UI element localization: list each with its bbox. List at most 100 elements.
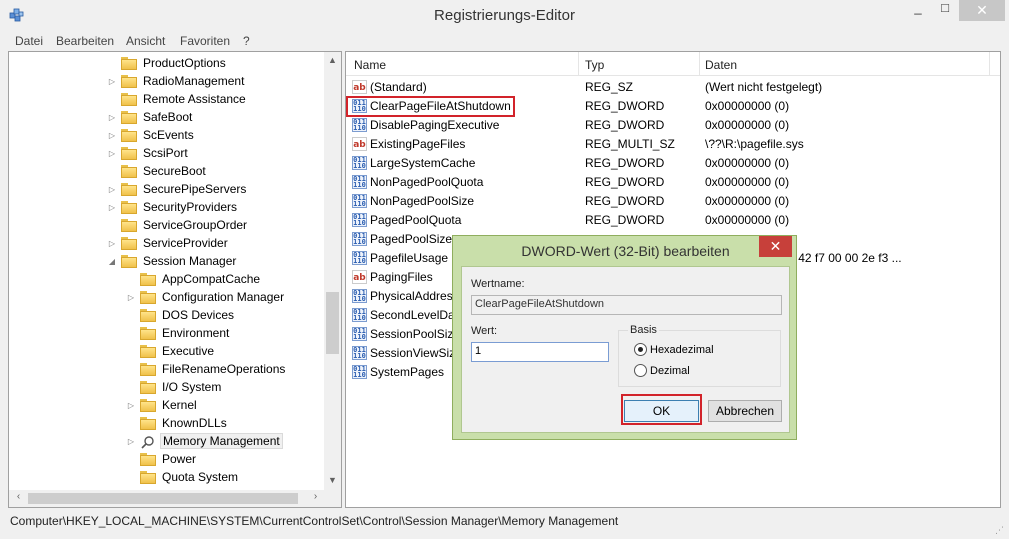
scroll-up-icon[interactable]: ▲ bbox=[324, 55, 341, 65]
tree-item-label: SecureBoot bbox=[143, 164, 206, 178]
tree-item-label: Memory Management bbox=[160, 433, 283, 449]
dialog-body: Wertname: ClearPageFileAtShutdown Wert: … bbox=[461, 266, 790, 433]
tree-item[interactable]: ▷ ServiceProvider bbox=[107, 234, 230, 252]
expand-arrow-icon[interactable]: ◢ bbox=[107, 257, 117, 266]
cell-name: ExistingPageFiles bbox=[370, 137, 466, 151]
tree-item-label: Quota System bbox=[162, 470, 239, 484]
dword-edit-dialog: DWORD-Wert (32-Bit) bearbeiten ✕ Wertnam… bbox=[452, 235, 797, 440]
list-item[interactable]: 011 110 LargeSystemCache REG_DWORD 0x0000000… bbox=[346, 154, 1000, 173]
column-name[interactable]: Name bbox=[354, 58, 386, 72]
tree-vertical-scrollbar[interactable]: ▲ ▼ bbox=[324, 52, 341, 490]
status-path: Computer\HKEY_LOCAL_MACHINE\SYSTEM\Curre… bbox=[10, 514, 619, 528]
expand-arrow-icon[interactable]: ▷ bbox=[126, 293, 136, 302]
column-data[interactable]: Daten bbox=[705, 58, 737, 72]
tree-item-label: Executive bbox=[162, 344, 215, 358]
radio-decimal[interactable]: Dezimal bbox=[634, 364, 690, 377]
cancel-button[interactable]: Abbrechen bbox=[708, 400, 782, 422]
folder-icon bbox=[140, 380, 156, 394]
list-item[interactable]: 011 110 NonPagedPoolSize REG_DWORD 0x0000000… bbox=[346, 192, 1000, 211]
menu-bar: Datei Bearbeiten Ansicht Favoriten ? bbox=[0, 32, 1009, 50]
highlight-clearpagefile bbox=[346, 96, 515, 117]
menu-datei[interactable]: Datei bbox=[15, 34, 43, 48]
tree-item[interactable]: Remote Assistance bbox=[107, 90, 248, 108]
scroll-down-icon[interactable]: ▼ bbox=[324, 475, 341, 485]
expand-arrow-icon[interactable]: ▷ bbox=[107, 239, 117, 248]
resize-grip-icon[interactable]: ⋰ bbox=[995, 525, 1005, 535]
list-header: Name Typ Daten bbox=[346, 52, 1000, 76]
folder-icon bbox=[140, 416, 156, 430]
folder-icon bbox=[140, 470, 156, 484]
binary-value-icon: 011 110 bbox=[352, 118, 367, 132]
cell-type: REG_DWORD bbox=[585, 194, 665, 208]
tree-item[interactable]: ServiceGroupOrder bbox=[107, 216, 249, 234]
scroll-thumb-horizontal[interactable] bbox=[28, 493, 298, 504]
tree-item-label: ServiceProvider bbox=[143, 236, 228, 250]
tree-item[interactable]: SecureBoot bbox=[107, 162, 208, 180]
list-item[interactable]: 011 110 NonPagedPoolQuota REG_DWORD 0x000000… bbox=[346, 173, 1000, 192]
cell-name: SessionViewSize bbox=[370, 346, 462, 360]
tree-item[interactable]: ▷ ScEvents bbox=[107, 126, 196, 144]
menu-help[interactable]: ? bbox=[243, 34, 250, 48]
list-item[interactable]: ab ExistingPageFiles REG_MULTI_SZ \??\R:\pa… bbox=[346, 135, 1000, 154]
base-groupbox bbox=[618, 330, 781, 387]
cell-name: (Standard) bbox=[370, 80, 427, 94]
column-type[interactable]: Typ bbox=[585, 58, 604, 72]
expand-arrow-icon[interactable]: ▷ bbox=[107, 185, 117, 194]
value-data-input[interactable]: 1 bbox=[471, 342, 609, 362]
scroll-left-icon[interactable]: ‹ bbox=[10, 491, 27, 502]
folder-icon bbox=[121, 74, 137, 88]
tree-item[interactable]: AppCompatCache bbox=[126, 270, 262, 288]
tree-horizontal-scrollbar[interactable]: ‹ › bbox=[9, 490, 341, 507]
tree-item[interactable]: ▷ Kernel bbox=[126, 396, 199, 414]
expand-arrow-icon[interactable]: ▷ bbox=[107, 77, 117, 86]
tree-item[interactable]: ▷ SecurePipeServers bbox=[107, 180, 248, 198]
cell-data: 0x00000000 (0) bbox=[705, 175, 790, 189]
binary-value-icon: 011 110 bbox=[352, 346, 367, 360]
binary-value-icon: 011 110 bbox=[352, 251, 367, 265]
list-item[interactable]: 011 110 DisablePagingExecutive REG_DWORD 0x0… bbox=[346, 116, 1000, 135]
tree-item[interactable]: Power bbox=[126, 450, 198, 468]
tree-item[interactable]: I/O System bbox=[126, 378, 223, 396]
tree-item[interactable]: ProductOptions bbox=[107, 54, 228, 72]
maximize-button[interactable]: □ bbox=[932, 0, 958, 21]
close-button[interactable]: ✕ bbox=[959, 0, 1005, 21]
tree-item[interactable]: DOS Devices bbox=[126, 306, 236, 324]
menu-ansicht[interactable]: Ansicht bbox=[126, 34, 165, 48]
minimize-button[interactable]: _ bbox=[905, 0, 931, 21]
cell-name: SecondLevelDat bbox=[370, 308, 459, 322]
scroll-thumb[interactable] bbox=[326, 292, 339, 354]
tree-item[interactable]: KnownDLLs bbox=[126, 414, 229, 432]
folder-icon bbox=[140, 326, 156, 340]
tree-item[interactable]: ▷ Configuration Manager bbox=[126, 288, 286, 306]
window-title: Registrierungs-Editor bbox=[434, 7, 575, 24]
tree-item[interactable]: ▷ ScsiPort bbox=[107, 144, 190, 162]
tree-item[interactable]: ▷ SecurityProviders bbox=[107, 198, 239, 216]
tree-item-label: ScsiPort bbox=[143, 146, 188, 160]
expand-arrow-icon[interactable]: ▷ bbox=[107, 113, 117, 122]
expand-arrow-icon[interactable]: ▷ bbox=[126, 401, 136, 410]
tree-item[interactable]: ▷ Memory Management bbox=[126, 432, 283, 450]
tree-item[interactable]: Environment bbox=[126, 324, 231, 342]
tree-item[interactable]: Executive bbox=[126, 342, 216, 360]
list-item[interactable]: 011 110 PagedPoolQuota REG_DWORD 0x00000000 … bbox=[346, 211, 1000, 230]
expand-arrow-icon[interactable]: ▷ bbox=[107, 149, 117, 158]
value-data-label: Wert: bbox=[471, 325, 498, 337]
menu-bearbeiten[interactable]: Bearbeiten bbox=[56, 34, 114, 48]
tree-item[interactable]: ▷ SafeBoot bbox=[107, 108, 194, 126]
menu-favoriten[interactable]: Favoriten bbox=[180, 34, 230, 48]
list-item[interactable]: ab (Standard) REG_SZ (Wert nicht festgelegt… bbox=[346, 78, 1000, 97]
radio-unchecked-icon[interactable] bbox=[634, 364, 647, 377]
radio-checked-icon[interactable] bbox=[634, 343, 647, 356]
radio-hexadecimal[interactable]: Hexadezimal bbox=[634, 343, 714, 356]
tree-item[interactable]: FileRenameOperations bbox=[126, 360, 287, 378]
tree-item[interactable]: ▷ RadioManagement bbox=[107, 72, 246, 90]
dialog-close-button[interactable]: ✕ bbox=[759, 236, 792, 257]
tree-item[interactable]: Quota System bbox=[126, 468, 240, 486]
tree-item[interactable]: ◢ Session Manager bbox=[107, 252, 238, 270]
expand-arrow-icon[interactable]: ▷ bbox=[107, 203, 117, 212]
expand-arrow-icon[interactable]: ▷ bbox=[126, 437, 136, 446]
key-tree[interactable]: ProductOptions ▷ RadioManagement Remote Ass… bbox=[8, 51, 342, 508]
scroll-right-icon[interactable]: › bbox=[307, 491, 324, 502]
expand-arrow-icon[interactable]: ▷ bbox=[107, 131, 117, 140]
cell-data: (Wert nicht festgelegt) bbox=[705, 80, 823, 94]
